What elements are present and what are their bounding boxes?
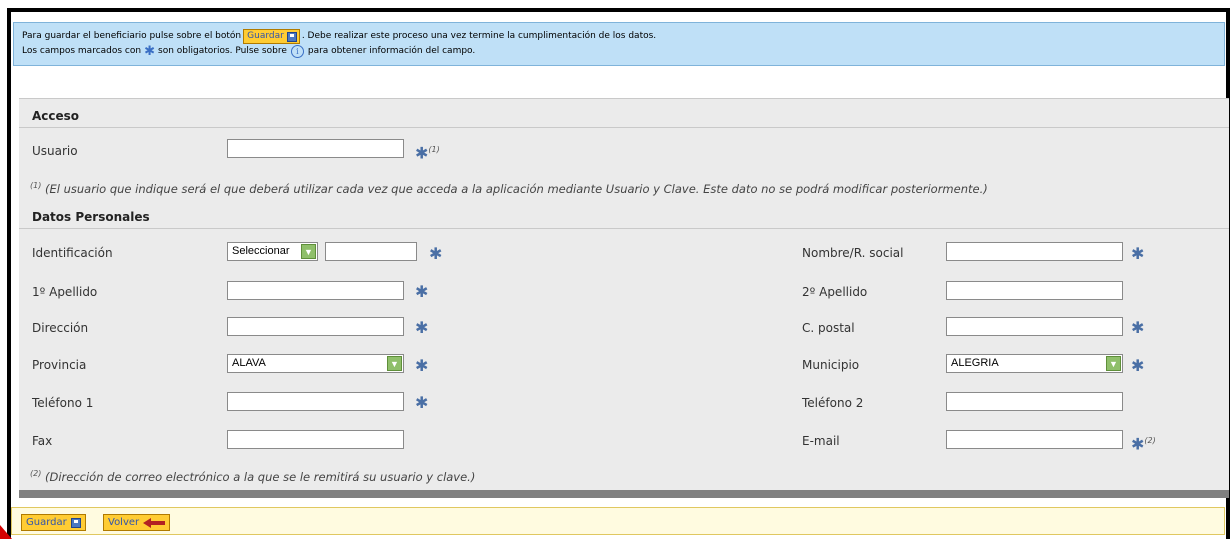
- apellido1-label: 1º Apellido: [32, 285, 98, 299]
- telefono1-label: Teléfono 1: [32, 396, 94, 410]
- footer-toolbar: Guardar Volver: [11, 507, 1225, 535]
- chevron-down-icon[interactable]: ▼: [1106, 356, 1121, 371]
- required-asterisk-icon: ✱: [1131, 356, 1145, 375]
- required-asterisk-icon: ✱: [1131, 318, 1145, 337]
- apellido2-input[interactable]: [946, 281, 1123, 300]
- municipio-value: ALEGRIA: [951, 357, 999, 369]
- nombre-input[interactable]: [946, 242, 1123, 261]
- identificacion-input[interactable]: [325, 242, 417, 261]
- required-asterisk-icon: ✱: [415, 393, 429, 412]
- info-circle-icon: i: [290, 45, 304, 58]
- section-title-acceso: Acceso: [32, 109, 80, 123]
- direccion-label: Dirección: [32, 321, 89, 335]
- asterisk-icon: ✱: [144, 44, 155, 59]
- note-1-mark: (1): [30, 181, 42, 190]
- back-arrow-icon: [143, 517, 166, 528]
- nombre-label: Nombre/R. social: [802, 246, 904, 260]
- required-asterisk-icon: ✱: [1131, 244, 1145, 263]
- inline-save-label: Guardar: [247, 31, 284, 41]
- email-input[interactable]: [946, 430, 1123, 449]
- info-line-1-text: Para guardar el beneficiario pulse sobre…: [22, 31, 242, 41]
- note-1: (1) (El usuario que indique será el que …: [30, 181, 988, 196]
- corner-marker-icon: [0, 525, 12, 539]
- telefono2-label: Teléfono 2: [802, 396, 864, 410]
- form-panel: Acceso Usuario ✱(1) (1) (El usuario que …: [19, 98, 1229, 490]
- panel-bottom-bar: [19, 490, 1229, 498]
- info-line-2-middle: son obligatorios. Pulse sobre: [158, 46, 287, 56]
- apellido2-label: 2º Apellido: [802, 285, 868, 299]
- required-asterisk-icon: ✱: [429, 244, 443, 263]
- chevron-down-icon[interactable]: ▼: [301, 244, 316, 259]
- info-line-2-text: Los campos marcados con: [22, 46, 142, 56]
- identificacion-type-select[interactable]: Seleccionar ▼: [227, 242, 318, 261]
- direccion-input[interactable]: [227, 317, 404, 336]
- telefono1-input[interactable]: [227, 392, 404, 411]
- usuario-input[interactable]: [227, 139, 404, 158]
- inline-save-button[interactable]: Guardar: [243, 29, 300, 44]
- provincia-value: ALAVA: [232, 357, 266, 369]
- chevron-down-icon[interactable]: ▼: [387, 356, 402, 371]
- save-button[interactable]: Guardar: [21, 514, 86, 531]
- back-button-label: Volver: [108, 517, 140, 528]
- section-divider: [19, 228, 1229, 229]
- required-asterisk-icon: ✱: [415, 318, 429, 337]
- required-asterisk-icon: ✱(1): [415, 143, 440, 163]
- provincia-select[interactable]: ALAVA ▼: [227, 354, 404, 373]
- note-1-text: (El usuario que indique será el que debe…: [45, 181, 988, 196]
- back-button[interactable]: Volver: [103, 514, 171, 531]
- info-banner: Para guardar el beneficiario pulse sobre…: [13, 22, 1225, 66]
- fax-label: Fax: [32, 434, 53, 448]
- note-mark-2: (2): [1144, 436, 1156, 445]
- identificacion-label: Identificación: [32, 246, 113, 260]
- required-asterisk-icon: ✱(2): [1131, 434, 1156, 454]
- identificacion-type-value: Seleccionar: [232, 245, 290, 257]
- floppy-disk-icon: [286, 31, 297, 42]
- provincia-label: Provincia: [32, 358, 87, 372]
- info-line-2: Los campos marcados con ✱ son obligatori…: [22, 44, 1224, 59]
- section-title-datos-personales: Datos Personales: [32, 210, 150, 224]
- note-2-mark: (2): [30, 469, 42, 478]
- required-asterisk-icon: ✱: [415, 356, 429, 375]
- municipio-select[interactable]: ALEGRIA ▼: [946, 354, 1123, 373]
- info-line-1: Para guardar el beneficiario pulse sobre…: [22, 29, 1224, 44]
- usuario-label: Usuario: [32, 144, 78, 158]
- apellido1-input[interactable]: [227, 281, 404, 300]
- fax-input[interactable]: [227, 430, 404, 449]
- required-asterisk-icon: ✱: [415, 282, 429, 301]
- note-2: (2) (Dirección de correo electrónico a l…: [30, 469, 475, 484]
- save-button-label: Guardar: [26, 517, 67, 528]
- info-line-2-after: para obtener información del campo.: [307, 46, 476, 56]
- section-divider: [19, 127, 1229, 128]
- telefono2-input[interactable]: [946, 392, 1123, 411]
- info-line-1-after: . Debe realizar este proceso una vez ter…: [301, 31, 657, 41]
- note-2-text: (Dirección de correo electrónico a la qu…: [45, 469, 476, 484]
- note-mark-1: (1): [428, 145, 440, 154]
- municipio-label: Municipio: [802, 358, 860, 372]
- floppy-disk-icon: [70, 517, 81, 528]
- cpostal-input[interactable]: [946, 317, 1123, 336]
- email-label: E-mail: [802, 434, 840, 448]
- cpostal-label: C. postal: [802, 321, 855, 335]
